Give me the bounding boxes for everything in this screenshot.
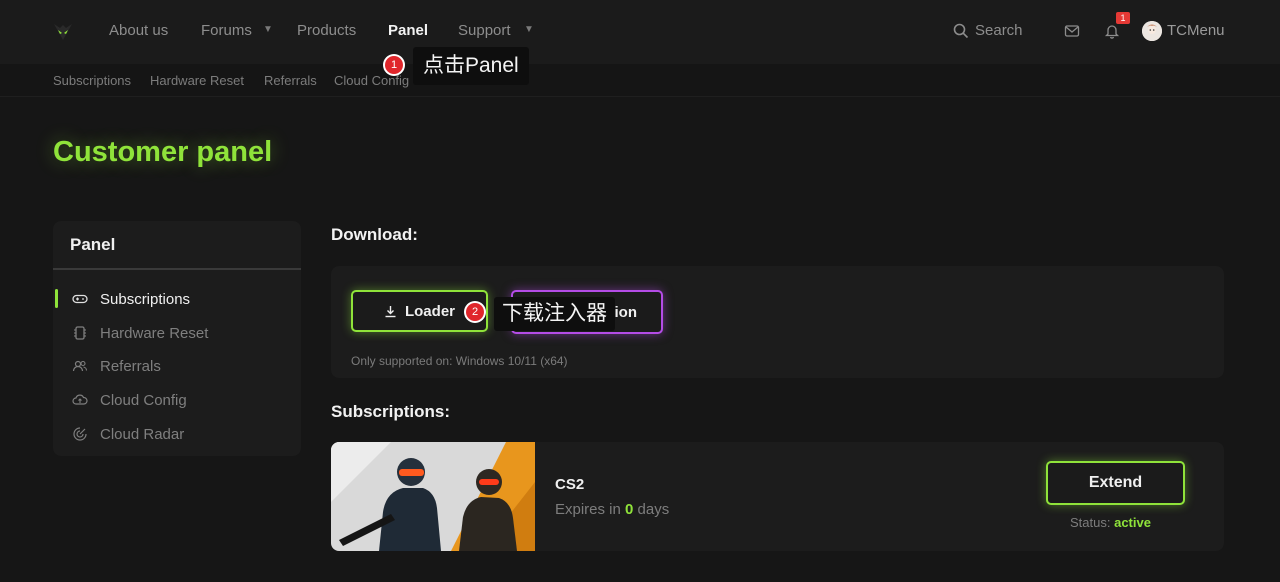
mail-icon[interactable] — [1064, 23, 1080, 39]
annotation-marker-2: 2 — [466, 303, 484, 321]
sidebar-item-label: Hardware Reset — [100, 324, 209, 342]
radar-icon — [73, 427, 87, 441]
cloud-upload-icon — [72, 394, 88, 405]
sidebar-item-label: Cloud Config — [100, 391, 187, 409]
download-heading: Download: — [331, 225, 418, 244]
subscription-expiry: Expires in 0 days — [555, 501, 669, 518]
subnav-subscriptions[interactable]: Subscriptions — [53, 73, 131, 88]
active-indicator — [55, 289, 58, 308]
subnav-cloud-config[interactable]: Cloud Config — [334, 73, 409, 88]
sidebar-item-hardware-reset[interactable]: Hardware Reset — [72, 323, 208, 343]
sidebar-item-label: Cloud Radar — [100, 425, 185, 443]
top-navbar — [0, 0, 1280, 64]
expiry-prefix: Expires in — [555, 501, 621, 518]
bell-icon[interactable] — [1104, 23, 1120, 39]
sidebar-item-label: Subscriptions — [100, 290, 191, 308]
subscriptions-heading: Subscriptions: — [331, 402, 451, 421]
page-title: Customer panel — [53, 136, 273, 168]
loader-label: Loader — [404, 302, 455, 320]
status-label: Status: — [1070, 515, 1111, 530]
expiry-days: 0 — [625, 501, 634, 518]
divider — [53, 268, 301, 270]
subnav-referrals[interactable]: Referrals — [264, 73, 317, 88]
annotation-marker-1: 1 — [385, 56, 403, 74]
sidebar-item-cloud-config[interactable]: Cloud Config — [72, 390, 187, 410]
avatar[interactable] — [1142, 21, 1162, 41]
download-icon — [385, 305, 396, 317]
users-icon — [72, 360, 88, 372]
subnav-hardware-reset[interactable]: Hardware Reset — [150, 73, 244, 88]
username[interactable]: TCMenu — [1167, 22, 1225, 39]
cs2-cover-image — [331, 442, 535, 551]
supported-os-note: Only supported on: Windows 10/11 (x64) — [351, 354, 568, 368]
nav-panel[interactable]: Panel — [388, 22, 428, 39]
sidebar-item-subscriptions[interactable]: Subscriptions — [72, 289, 190, 309]
nav-forums[interactable]: Forums — [201, 22, 252, 39]
notification-badge: 1 — [1116, 12, 1130, 24]
annotation-tooltip-1: 点击Panel — [413, 47, 529, 85]
annotation-tooltip-2: 下载注入器 — [494, 297, 615, 331]
search-label: Search — [975, 22, 1023, 39]
gamepad-icon — [72, 294, 88, 304]
search-button[interactable]: Search — [953, 22, 1023, 39]
sidebar-item-label: Referrals — [100, 357, 161, 375]
extend-button[interactable]: Extend — [1046, 461, 1185, 505]
site-logo-icon[interactable] — [52, 20, 74, 42]
chevron-down-icon[interactable]: ▼ — [263, 24, 273, 35]
nav-about-us[interactable]: About us — [109, 22, 168, 39]
sidebar-item-referrals[interactable]: Referrals — [72, 356, 161, 376]
sidebar-heading: Panel — [70, 235, 116, 254]
subscription-status: Status: active — [1070, 515, 1151, 530]
chip-icon — [74, 326, 86, 340]
sidebar-item-cloud-radar[interactable]: Cloud Radar — [72, 424, 184, 444]
chevron-down-icon[interactable]: ▼ — [524, 24, 534, 35]
search-icon — [953, 23, 969, 38]
nav-products[interactable]: Products — [297, 22, 356, 39]
status-badge: active — [1114, 515, 1151, 530]
nav-support[interactable]: Support — [458, 22, 511, 39]
expiry-suffix: days — [637, 501, 670, 518]
subscription-game-name: CS2 — [555, 476, 585, 493]
